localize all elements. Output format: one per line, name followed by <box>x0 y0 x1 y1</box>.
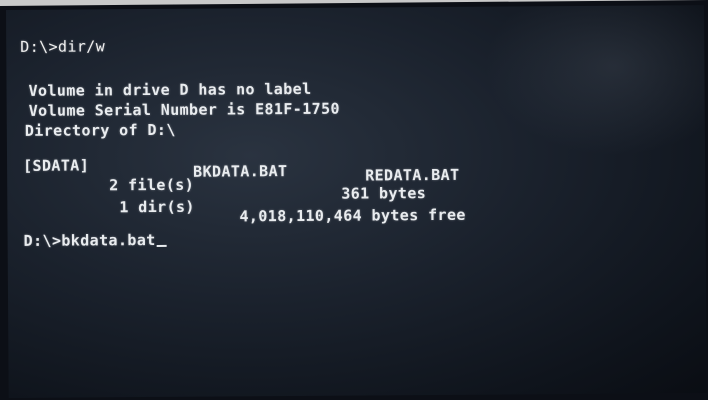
files-bytes: 361 bytes <box>341 184 427 203</box>
dir-entry-redata: REDATA.BAT <box>365 165 460 185</box>
command-input-text[interactable]: D:\>bkdata.bat <box>24 231 156 250</box>
dir-entry-bkdata: BKDATA.BAT <box>193 162 288 181</box>
volume-label-line: Volume in drive D has no label <box>28 79 312 100</box>
files-count: 2 file(s) <box>109 175 195 195</box>
photo-frame: D:\>dir/w Volume in drive D has no label… <box>0 0 708 400</box>
terminal-output: D:\>dir/w Volume in drive D has no label… <box>20 19 692 384</box>
command-line-prompt[interactable]: D:\>bkdata.bat <box>24 231 167 250</box>
dirs-bytes-free: 4,018,110,464 bytes free <box>239 205 466 226</box>
command-line-dir: D:\>dir/w <box>20 37 106 56</box>
dirs-count: 1 dir(s) <box>119 197 195 217</box>
text-cursor <box>156 244 167 247</box>
volume-serial-line: Volume Serial Number is E81F-1750 <box>28 99 340 120</box>
dir-entry-sdata: [SDATA] <box>23 156 90 175</box>
directory-of-line: Directory of D:\ <box>24 120 176 140</box>
dos-screen[interactable]: D:\>dir/w Volume in drive D has no label… <box>6 5 707 398</box>
